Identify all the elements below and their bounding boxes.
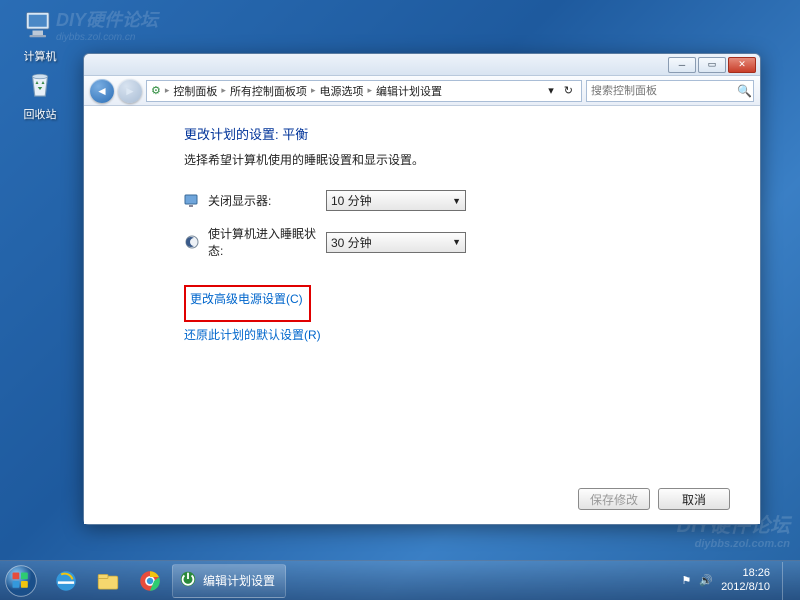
select-value: 30 分钟 [331, 234, 372, 251]
titlebar: ─ ▭ ✕ [84, 54, 760, 76]
search-icon[interactable]: 🔍 [737, 84, 752, 98]
chevron-right-icon: ▸ [367, 85, 372, 96]
search-input[interactable] [591, 85, 733, 97]
settings-links: 更改高级电源设置(C) 还原此计划的默认设置(R) [184, 285, 730, 353]
desktop-icon-label: 计算机 [10, 48, 70, 64]
display-off-select[interactable]: 10 分钟 ▼ [326, 190, 466, 211]
desktop-icon-label: 回收站 [10, 106, 70, 122]
dropdown-icon[interactable]: ▾ [544, 84, 558, 97]
advanced-power-link[interactable]: 更改高级电源设置(C) [190, 290, 303, 307]
clock-date: 2012/8/10 [721, 581, 770, 594]
cancel-button[interactable]: 取消 [658, 488, 730, 510]
desktop-icon-recycle[interactable]: 回收站 [10, 64, 70, 122]
watermark-sub: diybbs.zol.com.cn [56, 32, 158, 43]
explorer-icon[interactable] [88, 564, 128, 598]
watermark-sub-2: diybbs.zol.com.cn [677, 538, 790, 550]
monitor-icon [184, 193, 200, 209]
breadcrumb-item[interactable]: 电源选项 [319, 83, 363, 99]
content-pane: 更改计划的设置: 平衡 选择希望计算机使用的睡眠设置和显示设置。 关闭显示器: … [84, 106, 760, 524]
setting-label: 使计算机进入睡眠状态: [208, 225, 318, 259]
page-description: 选择希望计算机使用的睡眠设置和显示设置。 [184, 151, 730, 168]
control-panel-window: ─ ▭ ✕ ◄ ► ⚙ ▸ 控制面板 ▸ 所有控制面板项 ▸ 电源选项 ▸ 编辑… [83, 53, 761, 525]
highlight-box: 更改高级电源设置(C) [184, 285, 311, 322]
system-tray: ⚑ 🔊 18:26 2012/8/10 [681, 562, 792, 600]
search-box[interactable]: 🔍 [586, 80, 754, 102]
forward-button[interactable]: ► [118, 79, 142, 103]
computer-icon [20, 6, 60, 46]
setting-display-off: 关闭显示器: 10 分钟 ▼ [184, 190, 730, 211]
breadcrumb-item[interactable]: 编辑计划设置 [376, 83, 442, 99]
start-button[interactable] [0, 561, 42, 600]
tray-volume-icon[interactable]: 🔊 [699, 574, 713, 587]
address-bar[interactable]: ⚙ ▸ 控制面板 ▸ 所有控制面板项 ▸ 电源选项 ▸ 编辑计划设置 ▾ ↻ [146, 80, 582, 102]
refresh-icon[interactable]: ↻ [560, 84, 577, 97]
minimize-button[interactable]: ─ [668, 57, 696, 73]
close-button[interactable]: ✕ [728, 57, 756, 73]
moon-icon [184, 234, 200, 250]
chrome-icon[interactable] [130, 564, 170, 598]
button-row: 保存修改 取消 [184, 478, 730, 510]
ie-icon[interactable] [46, 564, 86, 598]
clock[interactable]: 18:26 2012/8/10 [721, 567, 770, 593]
chevron-down-icon: ▼ [452, 237, 461, 247]
show-desktop-button[interactable] [782, 562, 792, 600]
chevron-right-icon: ▸ [311, 85, 316, 96]
clock-time: 18:26 [721, 567, 770, 580]
restore-defaults-link[interactable]: 还原此计划的默认设置(R) [184, 326, 730, 343]
pinned-apps [46, 564, 170, 598]
chevron-right-icon: ▸ [221, 85, 226, 96]
watermark-title: DIY硬件论坛 [56, 10, 158, 30]
taskbar-active-label: 编辑计划设置 [203, 572, 275, 589]
chevron-down-icon: ▼ [452, 196, 461, 206]
setting-sleep: 使计算机进入睡眠状态: 30 分钟 ▼ [184, 225, 730, 259]
save-button[interactable]: 保存修改 [578, 488, 650, 510]
recycle-bin-icon [20, 64, 60, 104]
desktop-icon-computer[interactable]: 计算机 [10, 6, 70, 64]
back-button[interactable]: ◄ [90, 79, 114, 103]
nav-strip: ◄ ► ⚙ ▸ 控制面板 ▸ 所有控制面板项 ▸ 电源选项 ▸ 编辑计划设置 ▾… [84, 76, 760, 106]
power-icon [179, 570, 197, 591]
watermark-top: DIY硬件论坛 diybbs.zol.com.cn [56, 6, 158, 43]
control-panel-icon: ⚙ [151, 84, 161, 97]
select-value: 10 分钟 [331, 192, 372, 209]
sleep-select[interactable]: 30 分钟 ▼ [326, 232, 466, 253]
page-heading: 更改计划的设置: 平衡 [184, 124, 730, 143]
taskbar-active-window[interactable]: 编辑计划设置 [172, 564, 286, 598]
breadcrumb-item[interactable]: 所有控制面板项 [230, 83, 307, 99]
tray-flag-icon[interactable]: ⚑ [681, 574, 691, 587]
maximize-button[interactable]: ▭ [698, 57, 726, 73]
breadcrumb-item[interactable]: 控制面板 [173, 83, 217, 99]
setting-label: 关闭显示器: [208, 192, 318, 209]
chevron-right-icon: ▸ [165, 85, 170, 96]
taskbar: 编辑计划设置 ⚑ 🔊 18:26 2012/8/10 [0, 560, 800, 600]
